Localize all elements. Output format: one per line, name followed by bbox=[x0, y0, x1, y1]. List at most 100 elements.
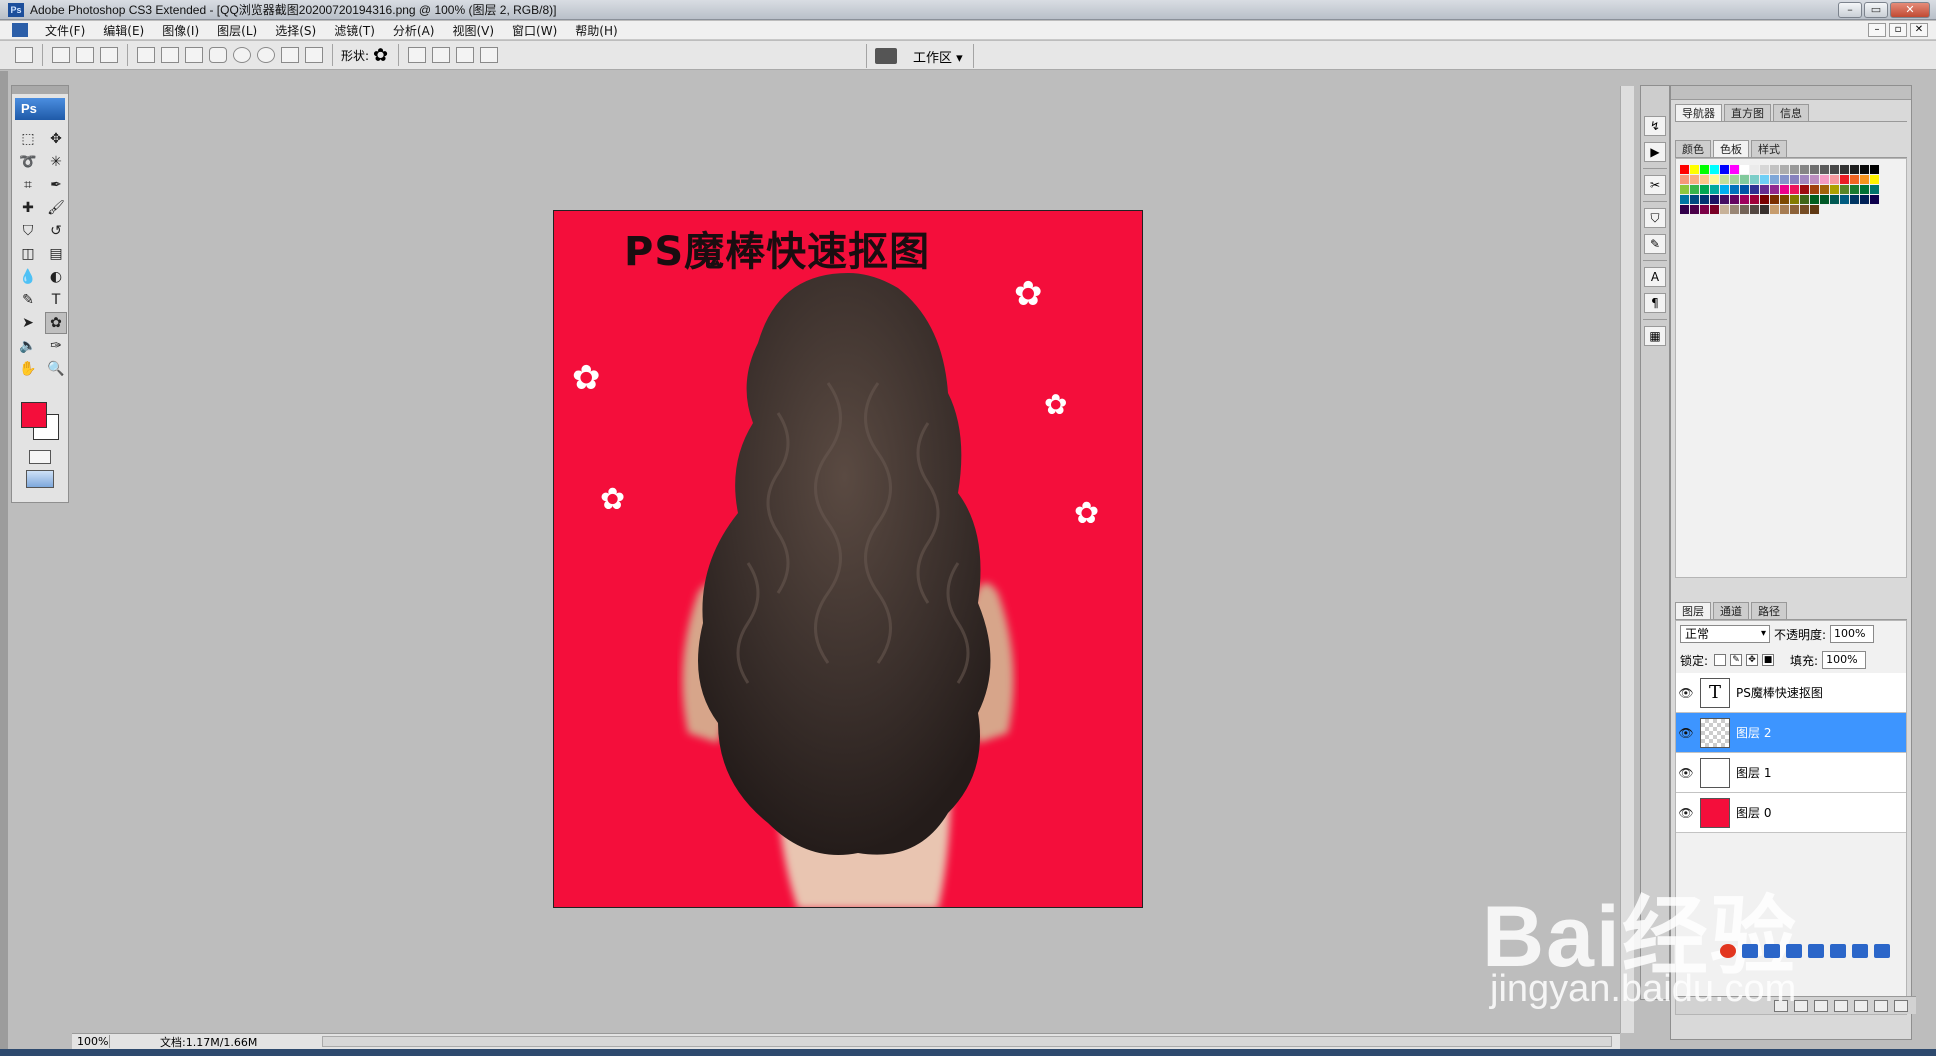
color-swatch[interactable] bbox=[1770, 195, 1779, 204]
color-swatch[interactable] bbox=[1870, 185, 1879, 194]
menu-edit[interactable]: 编辑(E) bbox=[94, 22, 153, 39]
subtract-shape-icon[interactable] bbox=[432, 47, 451, 63]
document-canvas[interactable]: PS魔棒快速抠图 ✿ ✿ ✿ ✿ ✿ bbox=[553, 210, 1143, 908]
dodge-tool-icon[interactable]: ◐ bbox=[45, 266, 67, 288]
color-swatch[interactable] bbox=[1790, 175, 1799, 184]
menu-file[interactable]: 文件(F) bbox=[36, 22, 94, 39]
healing-brush-icon[interactable]: ✚ bbox=[17, 197, 39, 219]
sogou-ime-icon[interactable] bbox=[1720, 944, 1736, 958]
document-icon[interactable] bbox=[12, 23, 28, 37]
shape-layers-mode-button[interactable] bbox=[52, 47, 70, 63]
ps-logo[interactable]: Ps bbox=[15, 98, 65, 120]
color-swatch[interactable] bbox=[1820, 165, 1829, 174]
color-swatch[interactable] bbox=[1740, 185, 1749, 194]
color-swatch[interactable] bbox=[1760, 165, 1769, 174]
lasso-tool-icon[interactable]: ➰ bbox=[17, 151, 39, 173]
color-swatch[interactable] bbox=[1760, 205, 1769, 214]
blur-tool-icon[interactable]: 💧 bbox=[17, 266, 39, 288]
actions-icon[interactable]: ▶ bbox=[1644, 142, 1666, 162]
layer-row[interactable]: 👁 图层 1 bbox=[1676, 753, 1906, 793]
maximize-window-button[interactable]: ▭ bbox=[1864, 2, 1888, 18]
clone-stamp-icon[interactable]: ⛉ bbox=[17, 220, 39, 242]
lock-position-icon[interactable]: ✥ bbox=[1746, 654, 1759, 666]
pen-tool-icon[interactable]: ✎ bbox=[17, 289, 39, 311]
color-swatch[interactable] bbox=[1820, 185, 1829, 194]
color-swatch[interactable] bbox=[1720, 175, 1729, 184]
fill-input[interactable]: 100% bbox=[1822, 651, 1867, 669]
pen-icon[interactable] bbox=[137, 47, 155, 63]
link-layers-icon[interactable] bbox=[1774, 999, 1788, 1012]
ime-mode-icon[interactable] bbox=[1742, 944, 1758, 958]
path-selection-icon[interactable]: ➤ bbox=[17, 312, 39, 334]
color-swatch[interactable] bbox=[1790, 195, 1799, 204]
menu-layer[interactable]: 图层(L) bbox=[208, 22, 266, 39]
layer-row[interactable]: 👁 T PS魔棒快速抠图 bbox=[1676, 673, 1906, 713]
blend-mode-select[interactable]: 正常 bbox=[1680, 625, 1770, 643]
color-swatch[interactable] bbox=[1720, 185, 1729, 194]
new-group-icon[interactable] bbox=[1854, 999, 1868, 1012]
color-swatch[interactable] bbox=[1680, 185, 1689, 194]
freeform-pen-icon[interactable] bbox=[161, 47, 179, 63]
fill-pixels-mode-button[interactable] bbox=[100, 47, 118, 63]
combine-shape-icon[interactable] bbox=[408, 47, 427, 63]
document-size[interactable]: 文档:1.17M/1.66M bbox=[160, 1034, 257, 1050]
layer-row[interactable]: 👁 图层 2 bbox=[1676, 713, 1906, 753]
visibility-eye-icon[interactable]: 👁 bbox=[1676, 686, 1696, 700]
type-tool-icon[interactable]: T bbox=[45, 289, 67, 311]
color-swatch[interactable] bbox=[1790, 205, 1799, 214]
ime-user-icon[interactable] bbox=[1830, 944, 1846, 958]
vertical-scrollbar[interactable] bbox=[1620, 86, 1634, 1033]
color-swatch[interactable] bbox=[1780, 175, 1789, 184]
color-swatch[interactable] bbox=[1760, 175, 1769, 184]
color-swatch[interactable] bbox=[1690, 185, 1699, 194]
color-swatch[interactable] bbox=[1770, 185, 1779, 194]
panel-grip[interactable] bbox=[1671, 86, 1911, 100]
color-swatch[interactable] bbox=[1850, 185, 1859, 194]
zoom-tool-icon[interactable]: 🔍 bbox=[45, 358, 67, 380]
color-swatch[interactable] bbox=[1740, 205, 1749, 214]
color-swatch[interactable] bbox=[1680, 165, 1689, 174]
color-swatch[interactable] bbox=[1730, 195, 1739, 204]
color-swatch[interactable] bbox=[1720, 195, 1729, 204]
brush-tool-icon[interactable]: 🖌 bbox=[45, 197, 67, 219]
color-swatch[interactable] bbox=[1840, 175, 1849, 184]
eyedropper-tool-icon[interactable]: ✑ bbox=[45, 335, 67, 357]
color-swatch[interactable] bbox=[1830, 195, 1839, 204]
color-swatch[interactable] bbox=[1860, 195, 1869, 204]
toolbox-grip[interactable] bbox=[12, 86, 68, 94]
color-swatch[interactable] bbox=[1700, 185, 1709, 194]
color-swatch[interactable] bbox=[1820, 175, 1829, 184]
color-swatch[interactable] bbox=[1700, 175, 1709, 184]
workspace-label[interactable]: 工作区 ▾ bbox=[913, 47, 963, 66]
color-swatch[interactable] bbox=[1860, 165, 1869, 174]
doc-close-button[interactable]: ✕ bbox=[1910, 23, 1928, 37]
lock-transparency-icon[interactable] bbox=[1714, 654, 1727, 666]
tab-histogram[interactable]: 直方图 bbox=[1724, 104, 1771, 121]
foreground-color-swatch[interactable] bbox=[21, 402, 47, 428]
color-swatch[interactable] bbox=[1780, 195, 1789, 204]
doc-minimize-button[interactable]: – bbox=[1868, 23, 1886, 37]
tab-channels[interactable]: 通道 bbox=[1713, 602, 1749, 619]
tab-color[interactable]: 颜色 bbox=[1675, 140, 1711, 157]
layer-mask-icon[interactable] bbox=[1814, 999, 1828, 1012]
color-swatch[interactable] bbox=[1870, 175, 1879, 184]
color-swatch[interactable] bbox=[1760, 195, 1769, 204]
color-swatch[interactable] bbox=[1710, 165, 1719, 174]
slice-tool-icon[interactable]: ✒ bbox=[45, 174, 67, 196]
menu-window[interactable]: 窗口(W) bbox=[503, 22, 566, 39]
color-swatch[interactable] bbox=[1790, 165, 1799, 174]
palette-well-icon[interactable] bbox=[875, 48, 897, 64]
color-swatch[interactable] bbox=[1690, 165, 1699, 174]
visibility-eye-icon[interactable]: 👁 bbox=[1676, 726, 1696, 740]
gradient-tool-icon[interactable]: ▤ bbox=[45, 243, 67, 265]
tools-icon[interactable]: ✂ bbox=[1644, 175, 1666, 195]
color-swatch[interactable] bbox=[1780, 205, 1789, 214]
color-swatch[interactable] bbox=[1850, 175, 1859, 184]
color-swatch[interactable] bbox=[1800, 205, 1809, 214]
new-layer-icon[interactable] bbox=[1874, 999, 1888, 1012]
menu-select[interactable]: 选择(S) bbox=[266, 22, 325, 39]
color-swatch[interactable] bbox=[1790, 185, 1799, 194]
color-swatch[interactable] bbox=[1700, 205, 1709, 214]
workspace-switcher[interactable]: 工作区 ▾ bbox=[866, 44, 974, 68]
color-swatch[interactable] bbox=[1870, 195, 1879, 204]
